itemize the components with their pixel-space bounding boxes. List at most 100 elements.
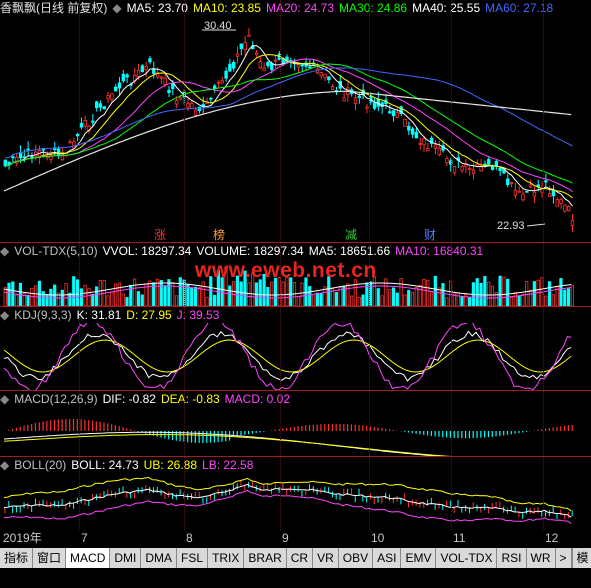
indicator-dot-icon: ◆ [0, 458, 10, 472]
volume-bar [197, 287, 201, 306]
ma40-label: MA40: 25.55 [412, 1, 481, 15]
candle-body [273, 59, 278, 62]
candle-body [216, 81, 221, 84]
marker-zhang[interactable]: 涨 [154, 226, 166, 243]
tab-vol-tdx[interactable]: VOL-TDX [436, 548, 498, 568]
volume-bar [247, 282, 251, 306]
tab-trix[interactable]: TRIX [208, 548, 245, 568]
volume-bar [3, 287, 7, 306]
month-gridline-11 [451, 0, 453, 530]
tab-rsi[interactable]: RSI [497, 548, 527, 568]
volume-bar [357, 296, 361, 306]
volume-bar [490, 285, 495, 306]
candle-body [403, 118, 407, 127]
candle-body [422, 138, 426, 146]
volume-bar [178, 277, 182, 306]
kdj-panel[interactable]: ◆ KDJ(9,3,3) K: 31.81 D: 27.95 J: 39.53 [0, 307, 591, 390]
volume-bar [334, 292, 338, 306]
volume-bar [72, 276, 76, 306]
macd-panel[interactable]: ◆ MACD(12,26,9) DIF: -0.82 DEA: -0.83 MACD: … [0, 391, 591, 456]
stock-title: 香飘飘(日线 前复权) [0, 1, 108, 15]
kdj-d-label: D: 27.95 [126, 308, 172, 322]
boll-ub-line [3, 476, 572, 512]
volume-bar [456, 292, 460, 306]
tab-brar[interactable]: BRAR [244, 548, 287, 568]
candle-body [296, 64, 301, 68]
candle-body [41, 148, 46, 151]
candle-body [152, 68, 156, 74]
tab-dmi[interactable]: DMI [110, 548, 142, 568]
boll-ub-label: UB: 26.88 [143, 458, 198, 472]
volume-bar [403, 294, 407, 306]
marker-jian[interactable]: 减 [345, 226, 357, 243]
boll-panel[interactable]: ◆ BOLL(20) BOLL: 24.73 UB: 26.88 LB: 22.58 [0, 457, 591, 530]
volume-bar [426, 279, 430, 306]
candle-body [11, 156, 15, 159]
high-price-label: 30.40 [204, 20, 232, 32]
candle-body [330, 86, 335, 91]
main-chart-panel[interactable]: 香飘飘(日线 前复权) ◆ MA5: 23.70 MA10: 23.85 MA20: 2… [0, 0, 591, 242]
tab-cr[interactable]: CR [287, 548, 314, 568]
candle-body [559, 199, 563, 204]
tab-window[interactable]: 窗口 [33, 548, 67, 568]
vvol-label: VVOL: 18297.34 [102, 244, 192, 258]
volume-bar [163, 285, 167, 306]
candle-body [437, 147, 441, 156]
candle-body [220, 80, 224, 84]
tab-more-arrow-icon[interactable]: > [556, 548, 572, 568]
volume-bar [319, 293, 323, 306]
candle-body [26, 148, 30, 151]
candle-body [445, 158, 449, 164]
candle-body [395, 111, 400, 118]
volume-bar [15, 294, 19, 306]
tab-emv[interactable]: EMV [401, 548, 437, 568]
tab-macd[interactable]: MACD [66, 548, 111, 568]
candle-body [555, 198, 559, 207]
candle-body [327, 76, 331, 81]
candle-body [426, 148, 430, 152]
volume-bar [460, 296, 464, 306]
volume-bar [113, 283, 118, 306]
candlestick-chart[interactable] [0, 16, 591, 242]
candle-body [56, 148, 61, 156]
macd-header: ◆ MACD(12,26,9) DIF: -0.82 DEA: -0.83 MACD: … [0, 391, 295, 407]
kdj-chart[interactable] [0, 323, 591, 390]
candle-body [300, 64, 304, 67]
volume-bar [395, 292, 399, 306]
volume-bar [258, 279, 262, 306]
watermark-text: www.eweb.net.cn [195, 259, 377, 282]
tab-dma[interactable]: DMA [141, 548, 178, 568]
volume-bar [513, 292, 517, 306]
candle-body [178, 97, 183, 100]
volume-header: ◆ VOL-TDX(5,10) VVOL: 18297.34 VOLUME: 1829… [0, 243, 488, 259]
volume-bar [315, 292, 319, 306]
volume-bar [94, 286, 99, 306]
volume-bar [418, 285, 422, 306]
macd-chart[interactable] [0, 407, 591, 456]
ma5-label: MA5: 23.70 [126, 1, 188, 15]
candle-body [410, 128, 415, 135]
tab-asi[interactable]: ASI [373, 548, 402, 568]
macd-dea-label: DEA: -0.83 [160, 392, 220, 406]
candle-body [163, 77, 167, 85]
tab-fsl[interactable]: FSL [177, 548, 209, 568]
tab-obv[interactable]: OBV [339, 548, 374, 568]
candle-body [407, 125, 411, 131]
ma20-label: MA20: 24.73 [265, 1, 335, 15]
marker-bang[interactable]: 榜 [213, 226, 225, 243]
marker-cai[interactable]: 财 [424, 226, 436, 243]
candle-body [247, 34, 251, 37]
candle-body [570, 220, 575, 226]
candle-body [171, 82, 175, 89]
template-button[interactable]: 模板 [571, 548, 591, 585]
tab-indicator[interactable]: 指标 [0, 548, 34, 568]
candle-body [243, 42, 247, 50]
volume-bar [502, 276, 506, 306]
volume-bar [380, 295, 384, 306]
volume-bar [311, 295, 316, 306]
volume-bar [414, 287, 418, 306]
boll-chart[interactable] [0, 473, 591, 530]
tab-vr[interactable]: VR [313, 548, 339, 568]
tab-wr[interactable]: WR [527, 548, 556, 568]
volume-bar [98, 279, 102, 306]
